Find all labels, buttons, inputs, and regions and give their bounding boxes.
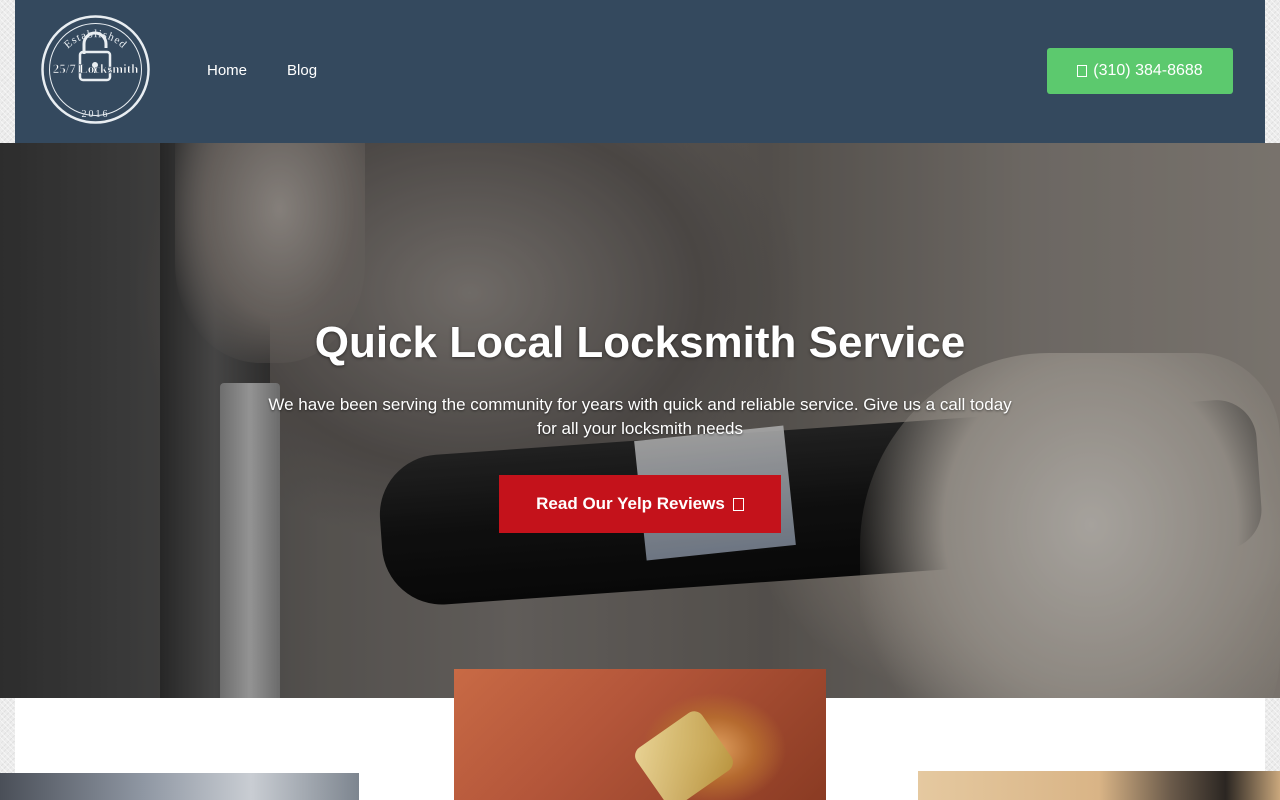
site-header: Established 25/7 Locksmith 2016 Home Blo… bbox=[15, 0, 1265, 143]
yelp-reviews-label: Read Our Yelp Reviews bbox=[536, 494, 725, 513]
hero-section: Quick Local Locksmith Service We have be… bbox=[0, 143, 1280, 698]
main-nav: Home Blog bbox=[207, 62, 317, 79]
phone-number-label: (310) 384-8688 bbox=[1093, 62, 1203, 79]
service-card-image-right[interactable] bbox=[918, 771, 1280, 800]
logo-name-text: 25/7 Locksmith bbox=[53, 61, 139, 76]
yelp-reviews-button[interactable]: Read Our Yelp Reviews bbox=[499, 475, 781, 533]
hero-title: Quick Local Locksmith Service bbox=[314, 318, 966, 367]
service-card-image-left[interactable] bbox=[0, 773, 359, 800]
hero-subtitle: We have been serving the community for y… bbox=[268, 395, 1012, 438]
locksmith-logo[interactable]: Established 25/7 Locksmith 2016 bbox=[40, 14, 151, 125]
keys-in-lock-image bbox=[631, 707, 737, 800]
service-card-image-center[interactable] bbox=[454, 669, 826, 800]
nav-home-link[interactable]: Home bbox=[207, 62, 247, 79]
call-phone-button[interactable]: (310) 384-8688 bbox=[1047, 48, 1233, 94]
external-link-icon bbox=[732, 497, 744, 511]
nav-blog-link[interactable]: Blog bbox=[287, 62, 317, 79]
phone-icon bbox=[1077, 65, 1088, 77]
logo-year-text: 2016 bbox=[82, 109, 110, 120]
